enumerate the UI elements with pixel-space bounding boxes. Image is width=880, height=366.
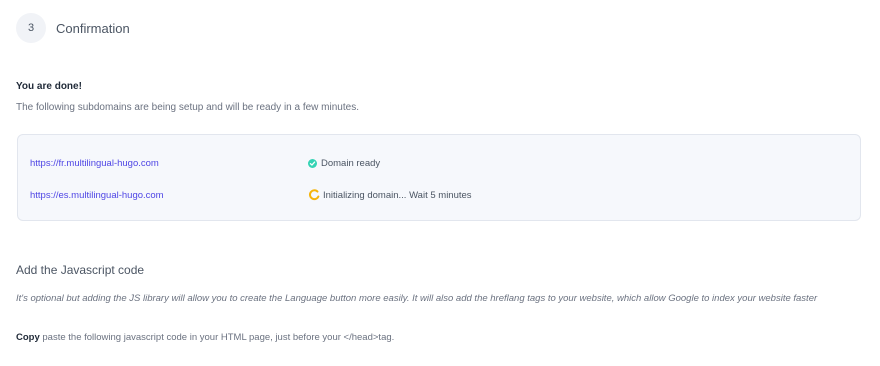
subdomain-status-box: https://fr.multilingual-hugo.com Domain …: [17, 134, 861, 221]
domain-status-text: Initializing domain... Wait 5 minutes: [323, 189, 472, 201]
done-title: You are done!: [16, 81, 82, 92]
copy-label: Copy: [16, 332, 40, 343]
check-circle-icon: [308, 158, 317, 168]
step-number: 3: [16, 13, 46, 43]
domain-status: Domain ready: [308, 158, 380, 169]
domain-row: https://es.multilingual-hugo.com Initial…: [30, 188, 472, 202]
copy-instruction-text: paste the following javascript code in y…: [39, 332, 395, 343]
step-title: Confirmation: [56, 20, 130, 36]
confirmation-page: 3 Confirmation You are done! The followi…: [0, 0, 880, 366]
domain-link-es[interactable]: https://es.multilingual-hugo.com: [30, 190, 308, 201]
step-header: 3 Confirmation: [16, 13, 130, 43]
javascript-description: It's optional but adding the JS library …: [16, 293, 818, 304]
javascript-copy-instruction: Copy paste the following javascript code…: [16, 332, 394, 343]
javascript-section-title: Add the Javascript code: [16, 263, 145, 277]
done-description: The following subdomains are being setup…: [16, 102, 359, 113]
domain-status: Initializing domain... Wait 5 minutes: [308, 189, 472, 201]
domain-link-fr[interactable]: https://fr.multilingual-hugo.com: [30, 158, 308, 169]
domain-row: https://fr.multilingual-hugo.com Domain …: [30, 156, 380, 170]
domain-status-text: Domain ready: [321, 157, 381, 169]
spinner-icon: [308, 189, 320, 201]
